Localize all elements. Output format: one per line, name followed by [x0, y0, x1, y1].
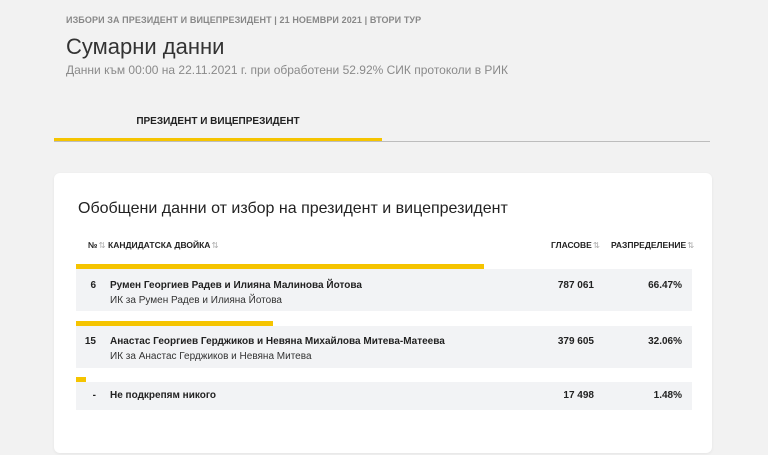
table-row[interactable]: 6 Румен Георгиев Радев и Илияна Малинова… [76, 269, 692, 311]
column-header-votes-label: ГЛАСОВЕ [551, 240, 592, 250]
row-number: - [92, 390, 96, 401]
sort-icon: ⇅ [687, 240, 695, 250]
row-number: 6 [90, 280, 96, 291]
candidate-pair-name: Румен Георгиев Радев и Илияна Малинова Й… [110, 280, 362, 291]
tab-president-label: ПРЕЗИДЕНТ И ВИЦЕПРЕЗИДЕНТ [136, 116, 300, 127]
sort-icon: ⇅ [98, 240, 106, 250]
tab-bar: ПРЕЗИДЕНТ И ВИЦЕПРЕЗИДЕНТ [54, 105, 710, 142]
committee-name: ИК за Румен Радев и Илияна Йотова [110, 295, 282, 306]
column-header-number[interactable]: №⇅ [88, 240, 106, 251]
column-header-candidates[interactable]: КАНДИДАТСКА ДВОЙКА⇅ [108, 240, 219, 251]
column-header-votes[interactable]: ГЛАСОВЕ⇅ [551, 240, 600, 251]
candidate-pair-name: Не подкрепям никого [110, 390, 216, 401]
row-number: 15 [84, 336, 96, 347]
votes-value: 787 061 [557, 280, 594, 291]
tab-president[interactable]: ПРЕЗИДЕНТ И ВИЦЕПРЕЗИДЕНТ [54, 105, 382, 142]
tab-divider [54, 141, 710, 142]
column-header-candidates-label: КАНДИДАТСКА ДВОЙКА [108, 240, 211, 250]
table-row[interactable]: 15 Анастас Георгиев Герджиков и Невяна М… [76, 326, 692, 368]
page-subtitle: Данни към 00:00 на 22.11.2021 г. при обр… [66, 63, 509, 77]
votes-value: 379 605 [557, 336, 594, 347]
candidate-pair-name: Анастас Георгиев Герджиков и Невяна Миха… [110, 336, 445, 347]
share-value: 1.48% [653, 390, 682, 401]
sort-icon: ⇅ [211, 240, 219, 250]
share-value: 32.06% [648, 336, 682, 347]
page-title: Сумарни данни [66, 34, 225, 59]
breadcrumb: ИЗБОРИ ЗА ПРЕЗИДЕНТ И ВИЦЕПРЕЗИДЕНТ | 21… [66, 15, 422, 25]
committee-name: ИК за Анастас Герджиков и Невяна Митева [110, 351, 312, 362]
votes-value: 17 498 [563, 390, 594, 401]
column-header-share-label: РАЗПРЕДЕЛЕНИЕ [611, 240, 687, 250]
column-header-share[interactable]: РАЗПРЕДЕЛЕНИЕ⇅ [611, 240, 694, 251]
column-header-number-label: № [88, 240, 98, 250]
card-title: Обобщени данни от избор на президент и в… [78, 200, 508, 217]
share-value: 66.47% [648, 280, 682, 291]
sort-icon: ⇅ [592, 240, 600, 250]
results-card: Обобщени данни от избор на президент и в… [54, 173, 712, 453]
table-row[interactable]: - Не подкрепям никого 17 498 1.48% [76, 382, 692, 410]
